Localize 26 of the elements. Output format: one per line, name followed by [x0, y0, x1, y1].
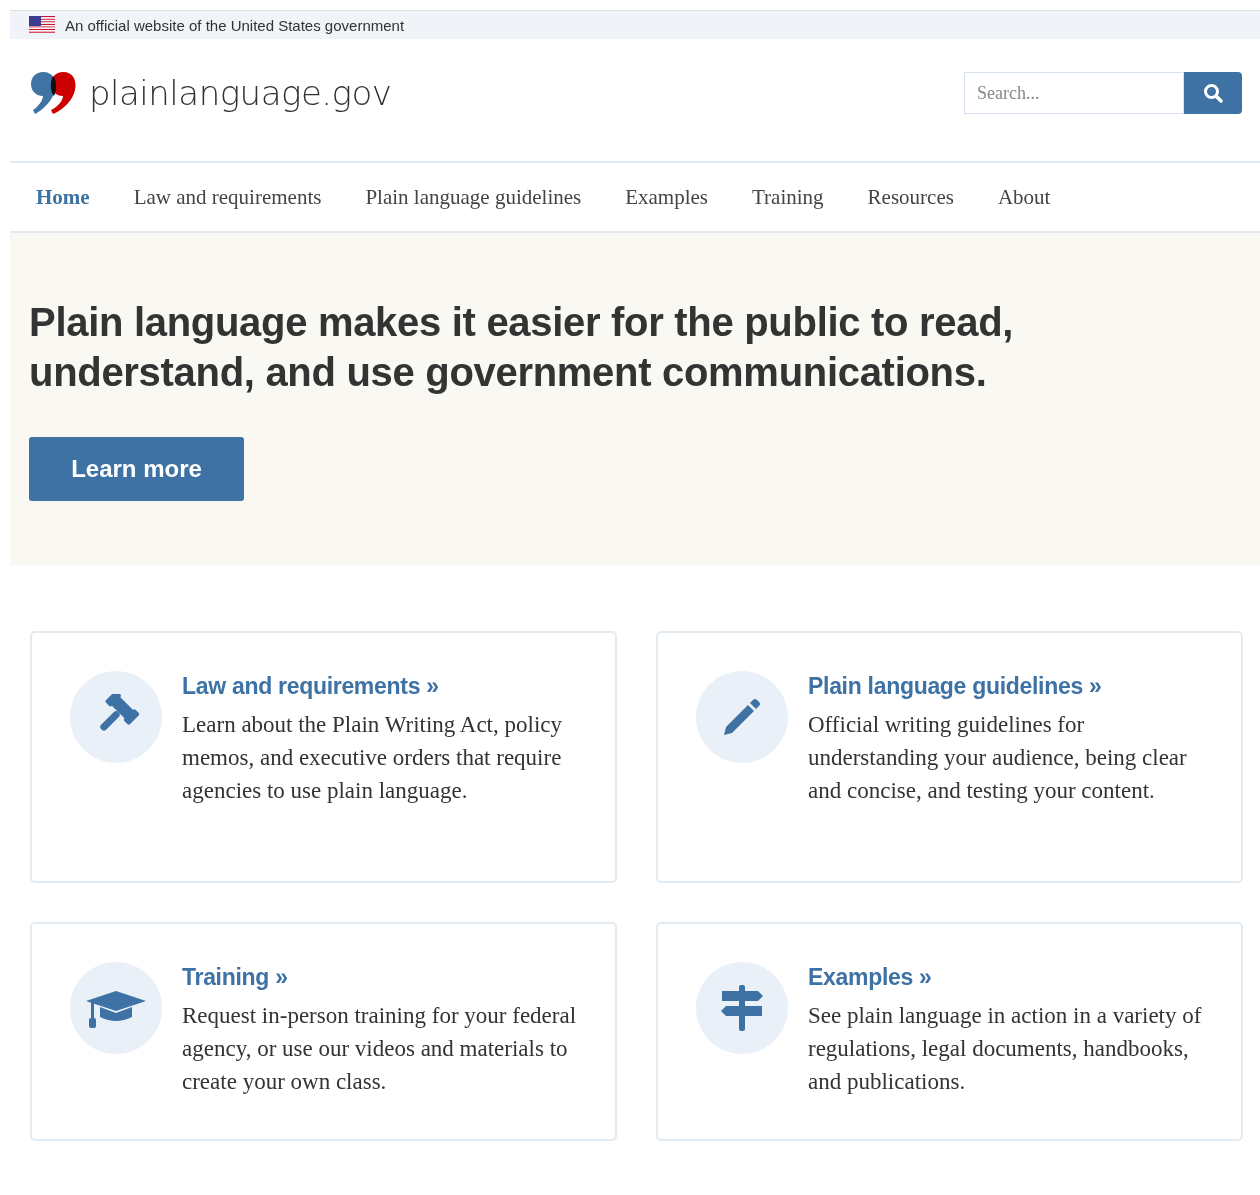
- search-icon: [1203, 83, 1223, 103]
- card-description: Official writing guidelines for understanding your audience, being clear and concise, and testing your content.: [808, 711, 1188, 805]
- signpost-icon: [720, 985, 764, 1031]
- nav-link[interactable]: Examples: [625, 184, 709, 210]
- search-field[interactable]: Search...: [964, 72, 1184, 114]
- card-title-link[interactable]: Training »: [182, 964, 577, 991]
- card-description: Learn about the Plain Writing Act, policy memos, and executive orders that require agencies to use plain language.: [182, 711, 563, 805]
- search-button[interactable]: [1184, 72, 1242, 114]
- learn-more-button[interactable]: Learn more: [29, 437, 244, 501]
- card-description: Request in-person training for your federal agency, or use our videos and materials to create your own class.: [182, 1002, 577, 1096]
- nav-link[interactable]: Resources: [867, 184, 954, 210]
- nav-link[interactable]: Training: [752, 184, 824, 210]
- hero-heading: Plain language makes it easier for the public to read, understand, and use government communications.: [29, 299, 1015, 396]
- quotation-mark-logo: [29, 70, 77, 116]
- flag-icon: [29, 16, 55, 34]
- card-title-link[interactable]: Examples »: [808, 964, 1203, 991]
- nav-link[interactable]: Law and requirements: [133, 184, 322, 210]
- nav-link[interactable]: About: [997, 184, 1051, 210]
- official-website-text: An official website of the United States government: [65, 16, 405, 34]
- card-title-link[interactable]: Plain language guidelines »: [808, 673, 1203, 700]
- card-title-link[interactable]: Law and requirements »: [182, 673, 577, 700]
- site-name[interactable]: plainlanguage.gov: [89, 73, 392, 113]
- nav-link[interactable]: Home: [36, 184, 90, 210]
- card-description: See plain language in action in a variety of regulations, legal documents, handbooks, and publications.: [808, 1002, 1203, 1096]
- pencil-icon: [722, 697, 762, 737]
- nav-link[interactable]: Plain language guidelines: [365, 184, 582, 210]
